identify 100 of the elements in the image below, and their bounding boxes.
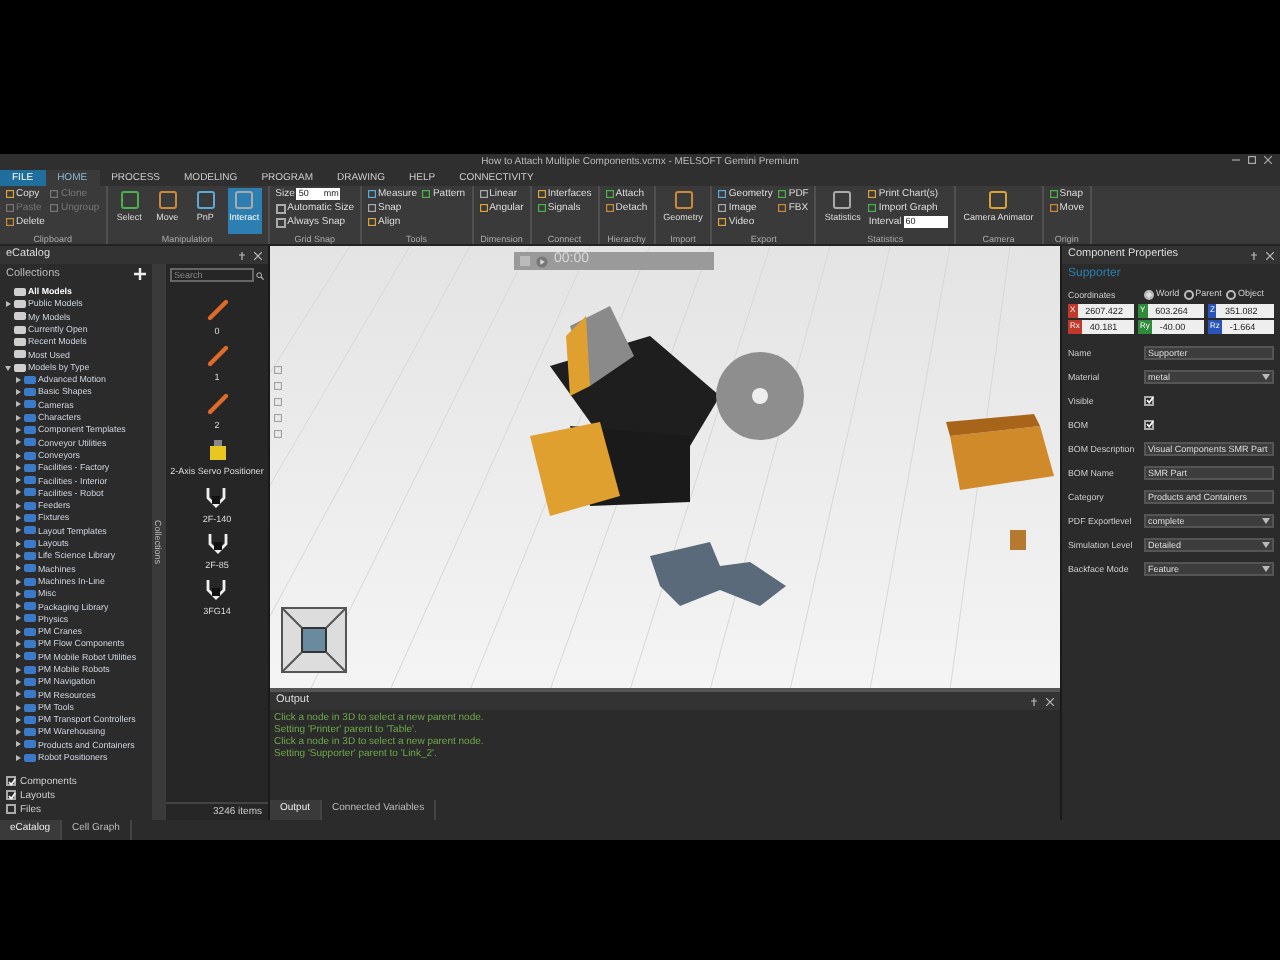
stroke-icon (205, 298, 229, 322)
expander-icon[interactable] (14, 426, 22, 434)
expander-icon[interactable] (14, 715, 22, 724)
stroke-icon (205, 344, 229, 369)
pin-icon[interactable] (238, 251, 246, 259)
expander-icon[interactable] (4, 300, 12, 309)
square-icon (195, 190, 216, 210)
expander-icon[interactable] (14, 703, 22, 712)
expander-icon[interactable] (14, 451, 22, 460)
gripper-icon (205, 531, 229, 556)
expander-icon[interactable] (14, 677, 22, 686)
checkbox[interactable] (1144, 395, 1154, 406)
square-icon (605, 190, 614, 198)
expander-icon[interactable] (14, 753, 22, 762)
search-icon[interactable] (256, 271, 264, 279)
checkbox[interactable] (1144, 419, 1154, 430)
square-icon (50, 204, 59, 212)
expander-icon[interactable] (14, 501, 22, 510)
square-icon (605, 204, 614, 212)
square-icon (718, 190, 727, 198)
square-icon (718, 204, 727, 212)
expander-icon[interactable] (14, 551, 22, 560)
positioner-icon (207, 438, 227, 463)
expander-icon[interactable] (14, 564, 22, 573)
expander-icon[interactable] (14, 602, 22, 611)
square-icon (6, 204, 14, 212)
radio-button[interactable] (1183, 289, 1194, 300)
crate-drawing[interactable] (946, 414, 1054, 490)
expander-icon[interactable] (14, 438, 22, 447)
expander-icon[interactable] (14, 476, 22, 485)
expander-icon[interactable] (14, 463, 22, 472)
bracket-drawing[interactable] (650, 542, 786, 606)
square-icon (832, 190, 853, 210)
square-icon (50, 190, 59, 198)
expander-icon[interactable] (14, 577, 22, 586)
expander-icon[interactable] (14, 526, 22, 535)
caret-icon (1262, 565, 1270, 572)
pin-icon[interactable] (1250, 251, 1258, 259)
square-icon (479, 204, 488, 212)
square-icon (479, 190, 488, 198)
square-icon (673, 190, 694, 210)
checkbox[interactable] (275, 203, 286, 213)
square-icon (234, 190, 255, 210)
pin-icon[interactable] (1030, 697, 1038, 705)
expander-icon[interactable] (14, 614, 22, 623)
square-icon (368, 190, 377, 198)
square-icon (537, 204, 546, 212)
gripper-icon (204, 578, 229, 603)
square-icon (778, 190, 787, 198)
expander-icon[interactable] (14, 740, 22, 749)
close-icon[interactable] (1046, 697, 1054, 705)
expander-icon[interactable] (14, 627, 22, 636)
expander-icon[interactable] (14, 728, 22, 737)
radio-button[interactable] (1225, 289, 1236, 300)
expander-icon[interactable] (14, 539, 22, 548)
square-icon (422, 190, 431, 198)
square-icon (368, 218, 377, 226)
expander-icon[interactable] (14, 400, 22, 409)
add-icon[interactable] (134, 268, 146, 281)
caret-icon (1262, 517, 1270, 524)
maximize-icon[interactable] (1248, 156, 1256, 164)
square-icon (778, 204, 787, 212)
expander-icon[interactable] (14, 375, 22, 384)
square-icon (6, 218, 14, 226)
square-icon (6, 190, 14, 198)
expander-icon[interactable] (14, 665, 22, 674)
expander-icon[interactable] (14, 640, 22, 649)
checkbox[interactable] (275, 217, 286, 227)
radio-button[interactable] (1144, 289, 1154, 300)
close-icon[interactable] (1264, 156, 1272, 164)
square-icon (1049, 204, 1058, 212)
square-icon (157, 190, 178, 210)
expander-icon[interactable] (14, 514, 22, 523)
robot-arm-drawing[interactable] (530, 306, 804, 516)
stroke-icon (205, 391, 229, 416)
checkbox[interactable] (6, 804, 16, 814)
square-icon (868, 204, 877, 212)
checkbox[interactable] (6, 776, 16, 786)
expander-icon[interactable] (14, 690, 22, 699)
gripper-icon (204, 485, 229, 510)
expander-icon[interactable] (14, 488, 22, 497)
square-icon (718, 218, 727, 226)
close-icon[interactable] (1266, 251, 1274, 259)
square-icon (988, 190, 1009, 210)
caret-icon (1262, 373, 1270, 380)
close-icon[interactable] (254, 251, 262, 259)
expander-icon[interactable] (14, 589, 22, 598)
caret-icon (1262, 541, 1270, 548)
expander-icon[interactable] (4, 363, 12, 372)
expander-icon[interactable] (14, 388, 22, 397)
play-icon[interactable] (536, 255, 548, 267)
square-icon (119, 190, 140, 210)
square-icon (1049, 190, 1058, 198)
expander-icon[interactable] (14, 652, 22, 661)
view-cube-icon[interactable] (278, 604, 350, 676)
expander-icon[interactable] (14, 413, 22, 422)
square-icon (368, 204, 377, 212)
square-icon (537, 190, 546, 198)
checkbox[interactable] (6, 790, 16, 800)
minimize-icon[interactable] (1232, 156, 1240, 164)
